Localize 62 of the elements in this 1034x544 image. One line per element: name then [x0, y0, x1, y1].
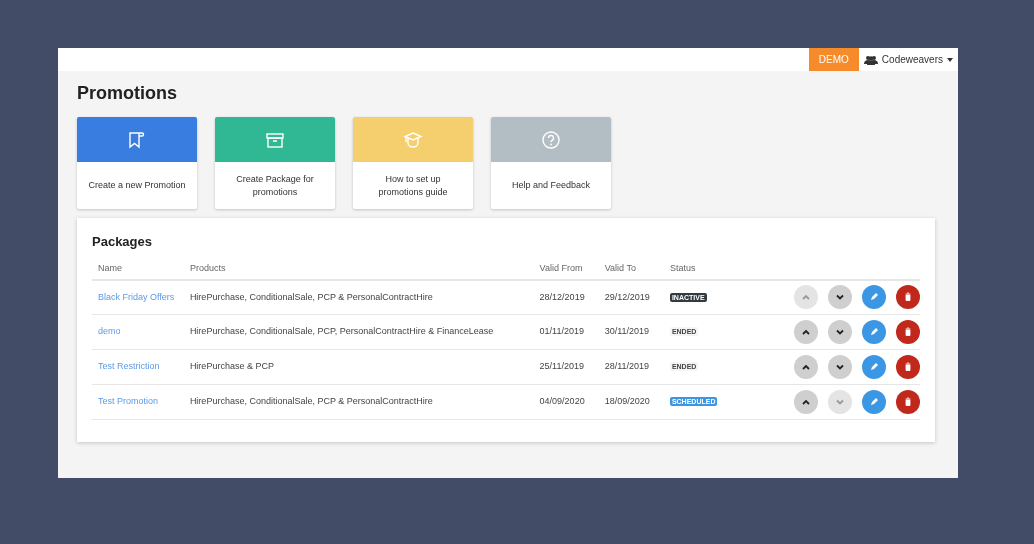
- table-cell: HirePurchase, ConditionalSale, PCP, PersonalContractHire & FinanceLease: [189, 326, 494, 337]
- tile-button[interactable]: Help and Feedback: [491, 117, 611, 209]
- move-up-icon: [801, 397, 811, 407]
- edit-icon: [869, 362, 879, 372]
- table-cell: HirePurchase, ConditionalSale, PCP & PersonalContractHire: [189, 291, 433, 302]
- edit-button[interactable]: [862, 285, 886, 310]
- users-icon: [863, 54, 878, 65]
- user-menu[interactable]: Codeweavers: [858, 48, 958, 71]
- column-header: Products: [189, 263, 226, 274]
- help-icon: [541, 129, 561, 150]
- delete-button[interactable]: [896, 390, 920, 414]
- table-cell: 04/09/2020: [539, 396, 585, 407]
- move-up-icon: [801, 327, 811, 337]
- delete-icon: [903, 292, 913, 303]
- delete-icon: [903, 362, 913, 372]
- tile-button[interactable]: Create a new Promotion: [77, 117, 197, 209]
- tile-label: Help and Feedback: [511, 179, 591, 192]
- tile-button[interactable]: How to set up promotions guide: [353, 117, 473, 209]
- edit-icon: [869, 327, 879, 337]
- table-cell: HirePurchase, ConditionalSale, PCP & PersonalContractHire: [189, 396, 433, 407]
- move-up-button[interactable]: [794, 355, 818, 379]
- delete-icon: [903, 327, 913, 337]
- caret-icon: [947, 57, 953, 62]
- edit-icon: [869, 292, 879, 303]
- move-down-button[interactable]: [828, 285, 852, 310]
- column-header: Valid From: [539, 263, 583, 274]
- table-cell: HirePurchase & PCP: [189, 361, 274, 372]
- delete-button[interactable]: [896, 285, 920, 310]
- column-header: Status: [669, 263, 696, 274]
- column-header: Valid To: [604, 263, 636, 274]
- table-cell: 25/11/2019: [539, 361, 584, 372]
- graduation-cap-icon: [403, 129, 423, 150]
- section-title: Packages: [92, 233, 153, 251]
- move-up-button[interactable]: [794, 390, 818, 414]
- table-cell: 18/09/2020: [604, 396, 650, 407]
- tile-label: How to set up promotions guide: [377, 172, 449, 199]
- move-down-icon: [835, 362, 845, 372]
- edit-button[interactable]: [862, 320, 886, 344]
- delete-icon: [903, 397, 913, 407]
- tile-button[interactable]: Create Package for promotions: [215, 117, 335, 209]
- move-up-icon: [801, 362, 811, 372]
- column-header: Name: [98, 263, 122, 274]
- move-down-icon: [835, 397, 845, 407]
- demo-badge: DEMO: [808, 48, 859, 71]
- table-cell: 01/11/2019: [539, 326, 584, 337]
- edit-icon: [869, 397, 879, 407]
- bookmark-icon: [127, 129, 147, 150]
- table-cell: 29/12/2019: [604, 291, 650, 302]
- delete-button[interactable]: [896, 320, 920, 344]
- tile-label: Create Package for promotions: [235, 172, 315, 199]
- edit-button[interactable]: [862, 355, 886, 379]
- table-cell: 30/11/2019: [604, 326, 650, 337]
- page-title: Promotions: [77, 82, 178, 105]
- table-cell: 28/11/2019: [604, 361, 650, 372]
- edit-button[interactable]: [862, 390, 886, 414]
- move-down-button[interactable]: [828, 355, 852, 379]
- delete-button[interactable]: [896, 355, 920, 379]
- move-down-icon: [835, 327, 845, 337]
- tile-label: Create a new Promotion: [88, 179, 186, 192]
- table-cell: 28/12/2019: [539, 291, 585, 302]
- move-up-button[interactable]: [794, 320, 818, 344]
- move-down-button[interactable]: [828, 320, 852, 344]
